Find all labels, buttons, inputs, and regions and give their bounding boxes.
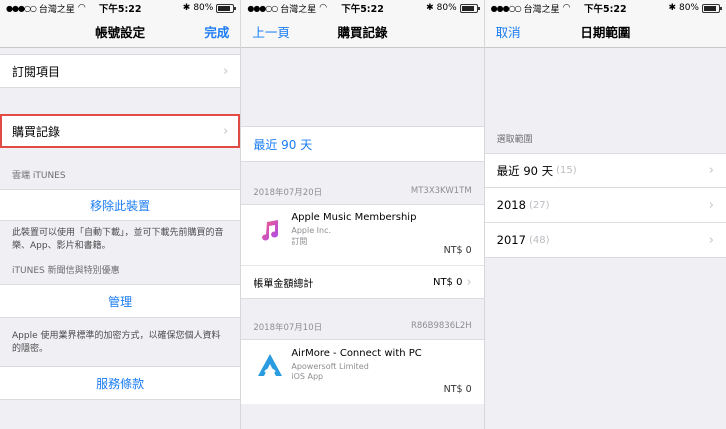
- receipt-order-id: R86B9836L2H: [410, 321, 472, 331]
- item-price: NT$ 0: [443, 245, 472, 256]
- nav-bar: 上一頁 購買記錄: [241, 16, 484, 48]
- terms-button[interactable]: 服務條款: [0, 366, 241, 400]
- bill-total-label: 帳單金額總計: [253, 278, 314, 290]
- status-time: 下午5:22: [341, 4, 384, 15]
- battery-icon: [459, 3, 480, 13]
- purchase-history-screen: ●●●○○ 台灣之星 ◠ 下午5:22 ✱ 80% 上一頁 購買記錄 最近 90…: [240, 0, 484, 429]
- date-range-label: 最近 90 天: [253, 137, 313, 152]
- status-bar: ●●●○○ 台灣之星 ◠ 下午5:22 ✱ 80%: [0, 0, 241, 16]
- chevron-right-icon: ›: [223, 123, 229, 139]
- manage-label: 管理: [108, 294, 133, 309]
- nav-bar: 帳號設定 完成: [0, 16, 241, 48]
- chevron-right-icon: ›: [466, 274, 472, 290]
- music-note-icon: [253, 213, 288, 247]
- app-name: AirMore - Connect with PC: [291, 348, 422, 359]
- range-option-label: 最近 90 天: [496, 163, 554, 178]
- receipt-order-id: MT3X3KW1TM: [410, 186, 472, 196]
- range-option-count: (15): [556, 165, 577, 176]
- cancel-button[interactable]: 取消: [496, 22, 521, 41]
- bill-total-value: NT$ 0: [432, 276, 463, 288]
- cloud-itunes-header: 雲端 iTUNES: [12, 171, 66, 181]
- chevron-right-icon: ›: [708, 163, 714, 178]
- receipt-header: 2018年07月10日 R86B9836L2H: [241, 321, 483, 333]
- bill-total-row[interactable]: 帳單金額總計 NT$ 0 ›: [241, 265, 484, 299]
- account-settings-screen: ●●●○○ 台灣之星 ◠ 下午5:22 ✱ 80% 帳號設定 完成 訂閱項目 ›…: [0, 0, 241, 429]
- nav-title: 日期範圍: [580, 25, 631, 40]
- airmore-app-icon: [253, 348, 288, 382]
- range-option-count: (27): [528, 199, 550, 211]
- purchase-kind: 訂閱: [291, 237, 308, 246]
- nav-title: 購買記錄: [337, 25, 388, 40]
- terms-label: 服務條款: [96, 376, 145, 391]
- date-range-row[interactable]: 最近 90 天: [241, 126, 484, 162]
- date-range-screen: ●●●○○ 台灣之星 ◠ 下午5:22 ✱ 80% 取消 日期範圍 選取範圍 最…: [483, 0, 726, 429]
- itunes-news-header: iTUNES 新聞信與特別優惠: [12, 266, 120, 276]
- receipt-date: 2018年07月10日: [253, 323, 323, 333]
- item-price: NT$ 0: [443, 384, 472, 395]
- range-option-label: 2018: [496, 198, 526, 212]
- range-option[interactable]: 2018 (27) ›: [484, 188, 726, 223]
- encryption-note: Apple 使用業界標準的加密方式，以確保您個人資料的隱密。: [12, 331, 221, 354]
- purchase-item[interactable]: Apple Music Membership Apple Inc. 訂閱 NT$…: [241, 204, 484, 265]
- purchase-history-label: 購買記錄: [12, 124, 61, 139]
- back-button[interactable]: 上一頁: [252, 22, 290, 41]
- auto-download-note: 此裝置可以使用「自動下載」，並可下載先前購買的音樂、App、影片和書籍。: [12, 228, 224, 251]
- purchase-kind: iOS App: [291, 372, 324, 381]
- receipt-header: 2018年07月20日 MT3X3KW1TM: [241, 186, 483, 198]
- remove-device-button[interactable]: 移除此裝置: [0, 189, 241, 221]
- manage-button[interactable]: 管理: [0, 284, 241, 318]
- app-name: Apple Music Membership: [291, 212, 417, 223]
- receipt-date: 2018年07月20日: [253, 188, 323, 198]
- range-option-count: (48): [528, 234, 550, 246]
- chevron-right-icon: ›: [708, 232, 714, 248]
- developer-name: Apowersoft Limited: [291, 362, 369, 371]
- status-time: 下午5:22: [98, 4, 142, 15]
- status-bar: ●●●○○ 台灣之星 ◠ 下午5:22 ✱ 80%: [241, 0, 484, 16]
- status-bar: ●●●○○ 台灣之星 ◠ 下午5:22 ✱ 80%: [484, 0, 726, 16]
- subscriptions-label: 訂閱項目: [12, 64, 61, 79]
- battery-icon: [216, 3, 237, 13]
- battery-icon: [702, 3, 722, 13]
- screens-row: ●●●○○ 台灣之星 ◠ 下午5:22 ✱ 80% 帳號設定 完成 訂閱項目 ›…: [0, 0, 726, 429]
- range-option[interactable]: 2017 (48) ›: [484, 223, 726, 258]
- developer-name: Apple Inc.: [291, 226, 332, 235]
- status-time: 下午5:22: [584, 4, 627, 15]
- range-option-label: 2017: [496, 233, 526, 247]
- purchase-item[interactable]: AirMore - Connect with PC Apowersoft Lim…: [241, 339, 484, 404]
- chevron-right-icon: ›: [223, 63, 229, 79]
- done-button[interactable]: 完成: [204, 22, 229, 41]
- range-option[interactable]: 最近 90 天 (15) ›: [484, 153, 726, 188]
- select-range-header: 選取範圍: [496, 135, 533, 145]
- nav-bar: 取消 日期範圍: [484, 16, 726, 48]
- purchase-history-row[interactable]: 購買記錄 ›: [0, 114, 241, 148]
- subscriptions-row[interactable]: 訂閱項目 ›: [0, 54, 241, 88]
- remove-device-label: 移除此裝置: [90, 198, 151, 213]
- nav-title: 帳號設定: [95, 25, 146, 40]
- chevron-right-icon: ›: [708, 197, 714, 213]
